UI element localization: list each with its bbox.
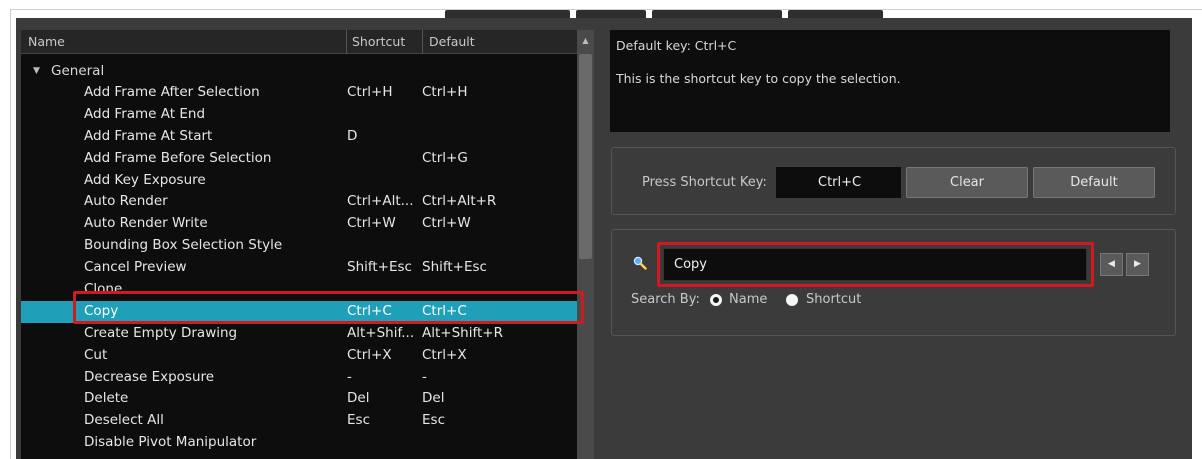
row-shortcut: - bbox=[347, 368, 352, 385]
row-name: Deselect All bbox=[84, 412, 164, 429]
tree-scrollbar[interactable]: ▲ bbox=[577, 30, 594, 459]
top-tab[interactable] bbox=[576, 10, 646, 18]
shortcut-description: Default key: Ctrl+C This is the shortcut… bbox=[610, 30, 1170, 132]
column-header-shortcut[interactable]: Shortcut bbox=[346, 30, 422, 54]
row-name: Cut bbox=[84, 346, 108, 363]
shortcut-tree: Name Shortcut Default ▼ General Add Fram… bbox=[21, 30, 594, 459]
row-name: Add Key Exposure bbox=[84, 171, 206, 188]
table-row[interactable]: Auto Render Ctrl+Alt... Ctrl+Alt+R bbox=[21, 191, 577, 213]
shortcut-key-editor: Press Shortcut Key: Ctrl+C Clear Default bbox=[611, 147, 1176, 215]
tree-group-general[interactable]: ▼ General bbox=[21, 61, 577, 81]
row-shortcut: Ctrl+H bbox=[347, 84, 393, 100]
top-tab[interactable] bbox=[788, 10, 883, 18]
table-row[interactable]: Deselect All Esc Esc bbox=[21, 410, 577, 432]
table-row[interactable]: Add Frame After Selection Ctrl+H Ctrl+H bbox=[21, 82, 577, 104]
row-name: Decrease Exposure bbox=[84, 368, 215, 385]
radio-label-name[interactable]: Name bbox=[729, 292, 767, 307]
search-icon bbox=[633, 256, 647, 270]
group-label: General bbox=[51, 63, 105, 79]
row-name: Disable Pivot Manipulator bbox=[84, 434, 257, 451]
table-row[interactable]: Auto Render Write Ctrl+W Ctrl+W bbox=[21, 213, 577, 235]
row-name: Auto Render Write bbox=[84, 215, 208, 232]
table-row[interactable]: Create Empty Drawing Alt+Shif... Alt+Shift… bbox=[21, 323, 577, 345]
press-shortcut-label: Press Shortcut Key: bbox=[642, 175, 767, 190]
shortcut-key-field[interactable]: Ctrl+C bbox=[776, 167, 901, 198]
table-row[interactable]: Add Frame Before Selection Ctrl+G bbox=[21, 148, 577, 170]
table-row[interactable]: Cancel Preview Shift+Esc Shift+Esc bbox=[21, 257, 577, 279]
radio-search-by-name[interactable] bbox=[710, 294, 722, 306]
row-default: Del bbox=[422, 390, 445, 407]
row-shortcut: Ctrl+X bbox=[347, 346, 392, 363]
scrollbar-thumb[interactable] bbox=[579, 54, 592, 259]
next-result-button[interactable]: ▶ bbox=[1126, 253, 1149, 276]
radio-search-by-shortcut[interactable] bbox=[786, 294, 798, 306]
row-default: Shift+Esc bbox=[422, 259, 487, 276]
clear-button[interactable]: Clear bbox=[906, 167, 1028, 198]
table-row[interactable]: Bounding Box Selection Style bbox=[21, 235, 577, 257]
row-name: Create Empty Drawing bbox=[84, 324, 238, 341]
shortcuts-preferences-panel: Name Shortcut Default ▼ General Add Fram… bbox=[16, 18, 1192, 459]
row-name: Add Frame At Start bbox=[84, 127, 213, 144]
tree-header: Name Shortcut Default bbox=[21, 30, 594, 54]
row-default: Ctrl+G bbox=[422, 149, 468, 166]
default-button[interactable]: Default bbox=[1033, 167, 1155, 198]
row-shortcut: Del bbox=[347, 390, 370, 407]
search-group: Copy ◀ ▶ Search By: Name Shortcut bbox=[611, 229, 1176, 336]
row-shortcut: Ctrl+Alt... bbox=[347, 193, 414, 210]
row-shortcut: Esc bbox=[347, 412, 370, 429]
row-name: Cancel Preview bbox=[84, 259, 187, 276]
row-default: Alt+Shift+R bbox=[422, 324, 503, 341]
radio-label-shortcut[interactable]: Shortcut bbox=[806, 292, 861, 307]
row-name: Auto Render bbox=[84, 193, 168, 210]
row-name: Add Frame At End bbox=[84, 105, 206, 122]
row-shortcut: Alt+Shif... bbox=[347, 324, 415, 341]
row-default: Ctrl+Alt+R bbox=[422, 193, 497, 210]
row-default: Ctrl+X bbox=[422, 346, 467, 363]
row-shortcut: Ctrl+W bbox=[347, 215, 396, 232]
row-shortcut: Shift+Esc bbox=[347, 259, 412, 276]
row-name: Delete bbox=[84, 390, 129, 407]
table-row[interactable]: Decrease Exposure - - bbox=[21, 367, 577, 389]
expand-arrow-icon[interactable]: ▼ bbox=[33, 61, 40, 81]
top-tab-strip bbox=[445, 10, 885, 18]
row-default: Esc bbox=[422, 412, 445, 429]
table-row[interactable]: Add Frame At End bbox=[21, 104, 577, 126]
search-by-label: Search By: bbox=[631, 292, 700, 307]
top-tab[interactable] bbox=[445, 10, 570, 18]
column-header-default[interactable]: Default bbox=[422, 30, 577, 54]
row-default: Ctrl+H bbox=[422, 84, 468, 100]
table-row[interactable]: Cut Ctrl+X Ctrl+X bbox=[21, 345, 577, 367]
row-default: Ctrl+W bbox=[422, 215, 471, 232]
search-input-highlight bbox=[657, 242, 1094, 287]
shortcut-rows: Add Frame After Selection Ctrl+H Ctrl+H Add… bbox=[21, 82, 577, 454]
table-row[interactable]: Disable Pivot Manipulator bbox=[21, 432, 577, 454]
table-row[interactable]: Delete Del Del bbox=[21, 388, 577, 410]
row-name: Add Frame After Selection bbox=[84, 84, 260, 100]
row-default: - bbox=[422, 368, 427, 385]
description-text: This is the shortcut key to copy the sel… bbox=[616, 71, 901, 86]
column-header-name[interactable]: Name bbox=[21, 30, 346, 54]
table-row[interactable]: Add Key Exposure bbox=[21, 170, 577, 192]
table-row[interactable]: Add Frame At Start D bbox=[21, 126, 577, 148]
row-name: Bounding Box Selection Style bbox=[84, 237, 283, 254]
previous-result-button[interactable]: ◀ bbox=[1100, 253, 1123, 276]
top-tab[interactable] bbox=[652, 10, 782, 18]
selected-row-highlight bbox=[73, 291, 584, 324]
row-shortcut: D bbox=[347, 127, 358, 144]
row-name: Add Frame Before Selection bbox=[84, 149, 272, 166]
default-key-text: Default key: Ctrl+C bbox=[616, 38, 737, 53]
scroll-up-icon[interactable]: ▲ bbox=[577, 30, 594, 54]
